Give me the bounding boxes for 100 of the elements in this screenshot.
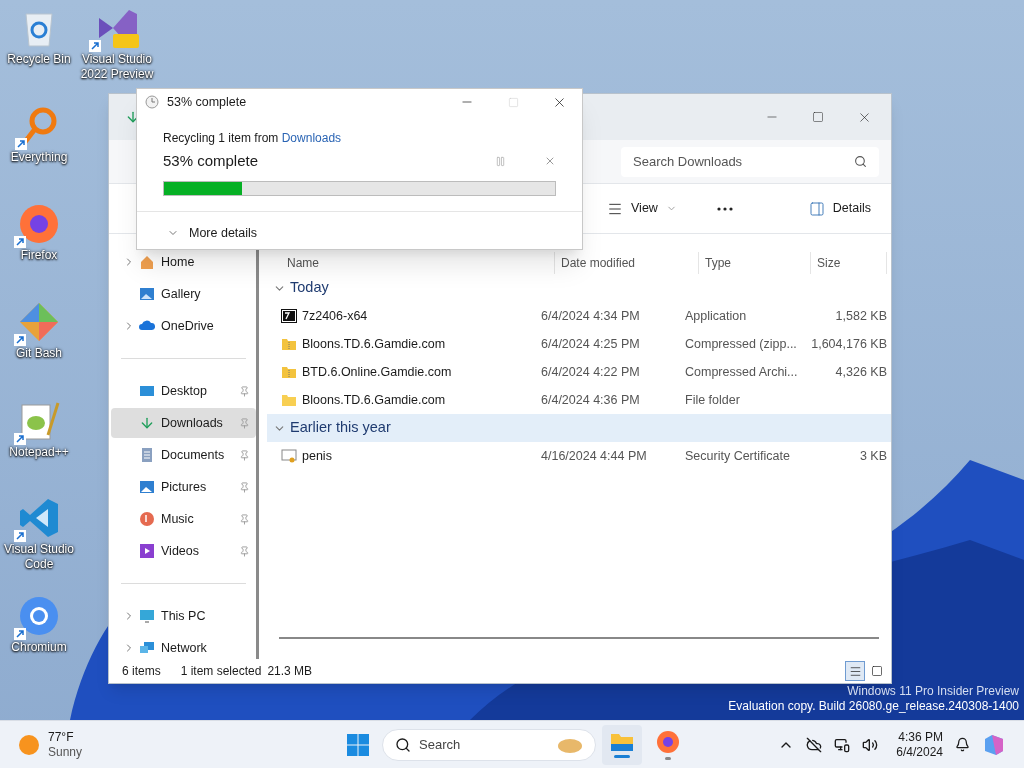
- pin-icon: [239, 417, 250, 429]
- evaluation-watermark-text: Windows 11 Pro Insider Preview: [847, 684, 1019, 699]
- nav-item[interactable]: Videos: [111, 536, 256, 566]
- file-explorer-button[interactable]: [602, 724, 642, 765]
- nav-label: Downloads: [161, 414, 224, 432]
- column-header[interactable]: Size: [811, 252, 887, 274]
- nav-item[interactable]: Network: [111, 633, 256, 663]
- search-icon: [854, 155, 867, 168]
- type-cell-text: Compressed (zipp...: [685, 335, 795, 353]
- temperature: 77°F: [48, 729, 75, 745]
- date-cell-text: 4/16/2024 4:44 PM: [541, 447, 648, 465]
- file-row[interactable]: Bloons.TD.6.Gamdie.com 6/4/2024 4:25 PM Compressed (zipp... 1,604,176 KB: [267, 330, 891, 358]
- document-icon: [139, 447, 155, 463]
- nav-item[interactable]: OneDrive: [111, 311, 256, 341]
- monitor-icon: [139, 608, 155, 624]
- column-header[interactable]: Type: [699, 252, 811, 274]
- search-field[interactable]: Search Downloads: [633, 151, 854, 172]
- more-details-button[interactable]: More details: [167, 223, 258, 243]
- column-header[interactable]: Date modified: [555, 252, 699, 274]
- dialog-title: 53% complete: [167, 93, 248, 111]
- group-header[interactable]: Today: [267, 274, 891, 302]
- horizontal-scrollbar[interactable]: [279, 637, 879, 639]
- music-icon: [139, 511, 155, 527]
- nav-label: OneDrive: [161, 317, 215, 335]
- taskbar-search-box[interactable]: Search: [382, 728, 596, 761]
- details-pane-icon: [808, 200, 825, 217]
- shortcut-arrow-icon: [14, 530, 26, 542]
- details-view-button[interactable]: [845, 661, 865, 681]
- nav-item[interactable]: Home: [111, 247, 256, 277]
- fox-globe-icon: [656, 729, 680, 754]
- type-cell-text: Compressed Archi...: [685, 363, 795, 381]
- pause-icon[interactable]: [495, 155, 506, 167]
- network-icon: [139, 640, 155, 656]
- file-name: 7z2406-x64: [302, 307, 368, 325]
- download-icon: [139, 415, 155, 431]
- shortcut-arrow-icon: [89, 40, 101, 52]
- shortcut-label: Notepad++: [9, 445, 69, 460]
- nav-item[interactable]: Gallery: [111, 279, 256, 309]
- type-cell-text: File folder: [685, 391, 741, 409]
- size-cell: 4,326 KB: [835, 364, 887, 379]
- nav-item[interactable]: This PC: [111, 601, 256, 631]
- more-icon: [716, 206, 733, 211]
- speaker-icon[interactable]: [862, 736, 879, 753]
- weather-widget[interactable]: 77°F Sunny: [18, 729, 83, 760]
- group-header[interactable]: Earlier this year: [267, 414, 891, 442]
- folder-icon: [281, 392, 297, 408]
- cloud-off-icon[interactable]: [806, 736, 823, 753]
- nav-label: Videos: [161, 542, 200, 560]
- type-cell-text: Application: [685, 307, 748, 325]
- nav-item[interactable]: Downloads: [111, 408, 256, 438]
- nav-label: Pictures: [161, 478, 208, 496]
- weather-condition: Sunny: [48, 744, 83, 760]
- nav-item[interactable]: Music: [111, 504, 256, 534]
- file-row[interactable]: 7z2406-x64 6/4/2024 4:34 PM Application 1,582 KB: [267, 302, 891, 330]
- certificate-icon: [281, 448, 297, 464]
- view-button[interactable]: View: [599, 193, 685, 224]
- column-header[interactable]: Name: [281, 252, 555, 274]
- search-box[interactable]: Search Downloads: [621, 146, 879, 177]
- date-cell-text: 6/4/2024 4:34 PM: [541, 307, 641, 325]
- file-row[interactable]: BTD.6.Online.Gamdie.com 6/4/2024 4:22 PM Compressed Archi... 4,326 KB: [267, 358, 891, 386]
- shortcut-label: Everything: [10, 150, 68, 165]
- folder-icon: [610, 731, 634, 752]
- list-icon: [848, 664, 862, 678]
- video-icon: [139, 543, 155, 559]
- date-cell-text: 6/4/2024 4:25 PM: [541, 335, 641, 353]
- file-name: BTD.6.Online.Gamdie.com: [302, 363, 452, 381]
- file-name: Bloons.TD.6.Gamdie.com: [302, 391, 446, 409]
- operation-description: Recycling 1 item from Downloads: [163, 130, 343, 147]
- shortcut-arrow-icon: [14, 628, 26, 640]
- nav-label: This PC: [161, 607, 207, 625]
- shortcut-label: Firefox: [20, 248, 58, 263]
- globe-icon: [18, 595, 60, 637]
- shortcut-label: Visual Studio Code: [3, 542, 75, 572]
- maximize-icon: [812, 111, 824, 123]
- nav-item[interactable]: Pictures: [111, 472, 256, 502]
- pin-icon: [239, 449, 250, 461]
- notification-icon[interactable]: [955, 737, 970, 752]
- source-folder-link[interactable]: Downloads: [281, 131, 342, 145]
- type-cell-text: Security Certificate: [685, 447, 791, 465]
- clock[interactable]: 4:36 PM 6/4/2024: [896, 729, 943, 760]
- copilot-icon[interactable]: [982, 732, 1006, 757]
- nav-item[interactable]: Desktop: [111, 376, 256, 406]
- network-icon[interactable]: [834, 736, 851, 753]
- shortcut-arrow-icon: [15, 138, 27, 150]
- date-cell-text: 6/4/2024 4:22 PM: [541, 363, 641, 381]
- nav-item[interactable]: Documents: [111, 440, 256, 470]
- selection-count: 1 item selected: [180, 663, 262, 680]
- shortcut-arrow-icon: [14, 236, 26, 248]
- nav-label: Music: [161, 510, 195, 528]
- desktop-icon: [139, 383, 155, 399]
- file-row[interactable]: penis 4/16/2024 4:44 PM Security Certificate 3 KB: [267, 442, 891, 470]
- nav-label: Network: [161, 639, 208, 657]
- details-button[interactable]: Details: [800, 193, 879, 224]
- nav-label: Desktop: [161, 382, 208, 400]
- taskbar-search-field[interactable]: Search: [419, 734, 549, 755]
- house-icon: [139, 254, 155, 270]
- file-row[interactable]: Bloons.TD.6.Gamdie.com 6/4/2024 4:36 PM File folder: [267, 386, 891, 414]
- fox-globe-icon: [18, 203, 60, 245]
- file-name: Bloons.TD.6.Gamdie.com: [302, 335, 446, 353]
- date-cell-text: 6/4/2024 4:36 PM: [541, 391, 641, 409]
